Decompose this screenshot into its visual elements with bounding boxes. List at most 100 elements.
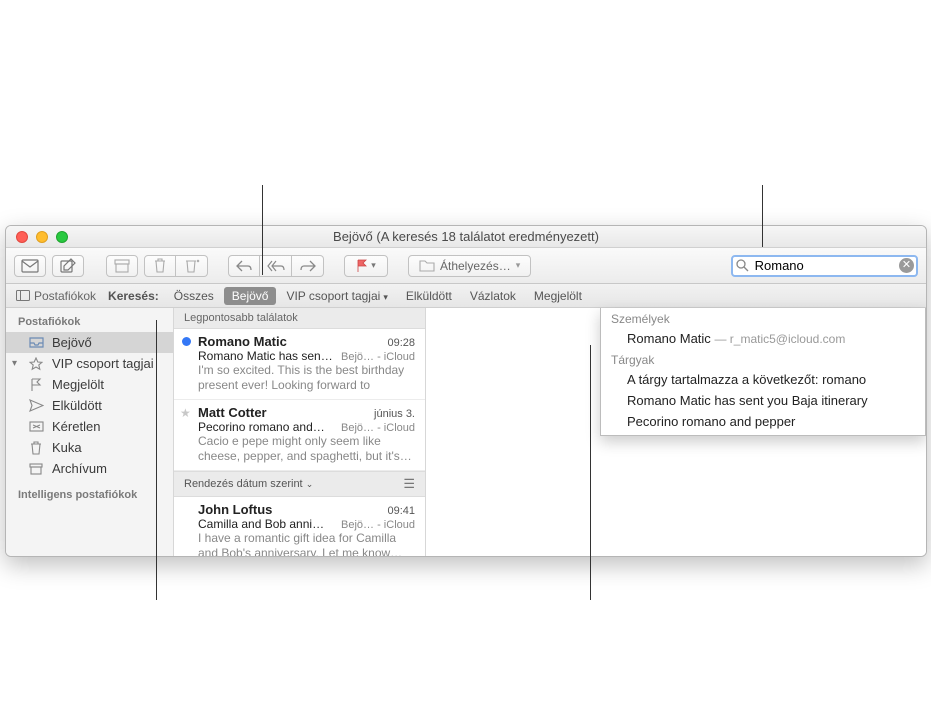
message-sender: John Loftus xyxy=(198,502,272,517)
message-sender: Romano Matic xyxy=(198,334,287,349)
envelope-icon xyxy=(21,259,39,273)
sent-icon xyxy=(28,399,44,412)
dropdown-subject-item[interactable]: Romano Matic has sent you Baja itinerary xyxy=(601,390,925,411)
reply-all-icon xyxy=(267,260,285,272)
filter-tab-all[interactable]: Összes xyxy=(166,287,222,305)
minimize-window-button[interactable] xyxy=(36,231,48,243)
sidebar: Postafiókok Bejövő VIP csoport tagjai Me… xyxy=(6,308,174,556)
unread-indicator xyxy=(182,337,191,346)
junk-button[interactable] xyxy=(176,255,208,277)
top-hits-header: Legpontosabb találatok xyxy=(174,308,425,329)
sidebar-item-archive[interactable]: Archívum xyxy=(6,458,173,479)
message-time: június 3. xyxy=(374,408,415,420)
compose-button[interactable] xyxy=(52,255,84,277)
chevron-down-icon: ▾ xyxy=(371,260,376,271)
get-mail-button[interactable] xyxy=(14,255,46,277)
flag-button[interactable]: ▾ xyxy=(344,255,388,277)
message-preview: I have a romantic gift idea for Camilla … xyxy=(198,531,415,556)
clear-search-button[interactable]: ✕ xyxy=(899,258,914,273)
archive-icon xyxy=(28,463,44,475)
message-subject: Romano Matic has sent… xyxy=(198,349,335,363)
forward-icon xyxy=(300,260,316,272)
filter-tab-drafts[interactable]: Vázlatok xyxy=(462,287,524,305)
sidebar-item-inbox[interactable]: Bejövő xyxy=(6,332,173,353)
filter-tab-vip[interactable]: VIP csoport tagjai▾ xyxy=(278,287,395,305)
mailboxes-toggle[interactable]: Postafiókok xyxy=(6,289,106,303)
dropdown-subjects-header: Tárgyak xyxy=(601,349,925,369)
window-title: Bejövő (A keresés 18 találatot eredménye… xyxy=(333,229,599,244)
message-mailbox: Bejö… - iCloud xyxy=(341,519,415,531)
sidebar-item-trash[interactable]: Kuka xyxy=(6,437,173,458)
zoom-window-button[interactable] xyxy=(56,231,68,243)
message-preview: I'm so excited. This is the best birthda… xyxy=(198,363,415,393)
delete-button[interactable] xyxy=(144,255,176,277)
junk-icon xyxy=(184,258,200,273)
search-icon xyxy=(736,259,749,272)
junk-icon xyxy=(28,421,44,432)
close-window-button[interactable] xyxy=(16,231,28,243)
move-folder-icon xyxy=(419,259,435,272)
reply-all-button[interactable] xyxy=(260,255,292,277)
person-name: Romano Matic xyxy=(627,331,711,346)
message-subject: Camilla and Bob anni… xyxy=(198,517,335,531)
message-mailbox: Bejö… - iCloud xyxy=(341,351,415,363)
dropdown-person-item[interactable]: Romano Matic — r_matic5@icloud.com xyxy=(601,328,925,349)
chevron-down-icon: ⌄ xyxy=(306,479,314,489)
archive-button[interactable] xyxy=(106,255,138,277)
filter-tab-inbox[interactable]: Bejövő xyxy=(224,287,277,305)
callout-line xyxy=(762,185,763,247)
message-time: 09:41 xyxy=(387,505,415,517)
sidebar-item-label: Kéretlen xyxy=(52,419,100,434)
inbox-icon xyxy=(28,337,44,348)
message-list: Legpontosabb találatok Romano Matic 09:2… xyxy=(174,308,426,556)
reply-button[interactable] xyxy=(228,255,260,277)
filter-tab-sent[interactable]: Elküldött xyxy=(398,287,460,305)
dropdown-subject-item[interactable]: Pecorino romano and pepper xyxy=(601,411,925,435)
window-body: Postafiókok Bejövő VIP csoport tagjai Me… xyxy=(6,308,926,556)
search-field-container: ✕ xyxy=(731,255,918,277)
sidebar-item-label: Megjelölt xyxy=(52,377,104,392)
toolbar: ▾ Áthelyezés… ▾ ✕ xyxy=(6,248,926,284)
message-row[interactable]: Romano Matic 09:28 Romano Matic has sent… xyxy=(174,329,425,400)
search-input[interactable] xyxy=(731,255,918,277)
titlebar: Bejövő (A keresés 18 találatot eredménye… xyxy=(6,226,926,248)
filter-bar: Postafiókok Keresés: Összes Bejövő VIP c… xyxy=(6,284,926,308)
list-options-icon[interactable]: ☰ xyxy=(403,476,415,492)
flag-icon xyxy=(28,378,44,392)
sidebar-item-sent[interactable]: Elküldött xyxy=(6,395,173,416)
message-subject: Pecorino romano and… xyxy=(198,420,335,434)
flag-icon xyxy=(356,259,368,273)
archive-icon xyxy=(114,259,130,273)
traffic-lights xyxy=(6,231,68,243)
filter-tab-flagged[interactable]: Megjelölt xyxy=(526,287,590,305)
message-row[interactable]: ★ Matt Cotter június 3. Pecorino romano … xyxy=(174,400,425,471)
preview-pane: Személyek Romano Matic — r_matic5@icloud… xyxy=(426,308,926,556)
sidebar-section-header-smart: Intelligens postafiókok xyxy=(6,487,173,505)
reply-icon xyxy=(236,260,252,272)
chevron-down-icon: ▾ xyxy=(516,260,521,271)
sidebar-item-flagged[interactable]: Megjelölt xyxy=(6,374,173,395)
forward-button[interactable] xyxy=(292,255,324,277)
sidebar-icon xyxy=(16,290,30,301)
star-icon xyxy=(28,357,44,371)
search-scope-label: Keresés: xyxy=(106,289,165,303)
message-mailbox: Bejö… - iCloud xyxy=(341,422,415,434)
dropdown-subject-item[interactable]: A tárgy tartalmazza a következőt: romano xyxy=(601,369,925,390)
callout-line xyxy=(590,345,591,600)
sidebar-item-vip[interactable]: VIP csoport tagjai xyxy=(6,353,173,374)
sidebar-item-label: Bejövő xyxy=(52,335,92,350)
message-row[interactable]: John Loftus 09:41 Camilla and Bob anni… … xyxy=(174,497,425,556)
move-to-button[interactable]: Áthelyezés… ▾ xyxy=(408,255,531,277)
chevron-down-icon: ▾ xyxy=(383,292,388,302)
sort-header[interactable]: Rendezés dátum szerint ⌄ ☰ xyxy=(174,471,425,497)
sidebar-item-label: VIP csoport tagjai xyxy=(52,356,154,371)
person-email: — r_matic5@icloud.com xyxy=(714,332,845,346)
message-sender: Matt Cotter xyxy=(198,405,267,420)
move-label: Áthelyezés… xyxy=(440,259,511,273)
message-time: 09:28 xyxy=(387,337,415,349)
sidebar-item-junk[interactable]: Kéretlen xyxy=(6,416,173,437)
search-suggestions-dropdown: Személyek Romano Matic — r_matic5@icloud… xyxy=(600,308,926,436)
vip-star-icon: ★ xyxy=(180,406,191,420)
trash-icon xyxy=(153,258,167,273)
callout-line xyxy=(262,185,263,275)
